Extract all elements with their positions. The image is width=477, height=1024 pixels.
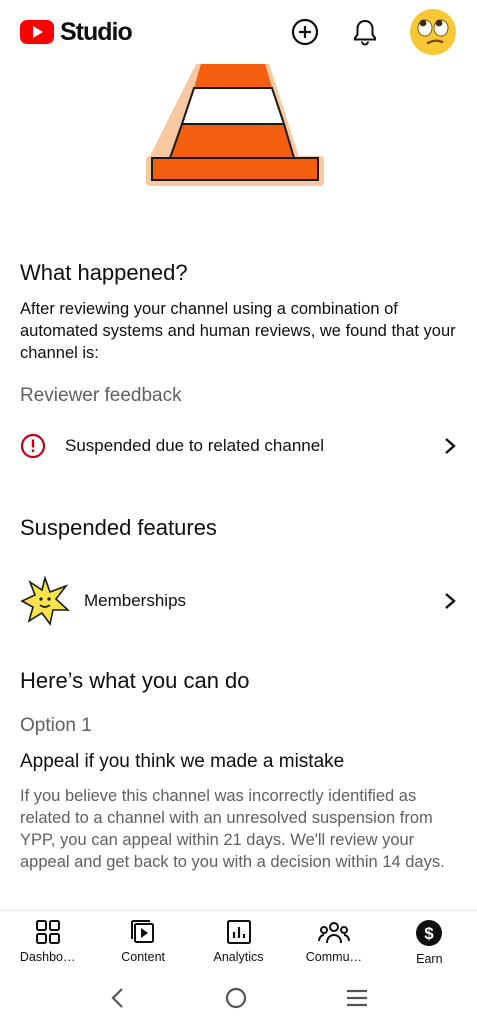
feedback-item-label: Suspended due to related channel xyxy=(65,436,324,455)
home-icon[interactable] xyxy=(224,986,248,1010)
svg-text:$: $ xyxy=(425,924,435,943)
nav-dashboard[interactable]: Dashbo… xyxy=(0,911,95,972)
what-happened-section: What happened? xyxy=(20,260,457,286)
suspended-features-heading: Suspended features xyxy=(20,515,217,540)
star-badge-icon xyxy=(20,576,70,626)
chevron-right-icon xyxy=(445,438,456,454)
chevron-right-icon xyxy=(445,593,456,609)
nav-label: Dashbo… xyxy=(19,950,76,964)
bell-icon xyxy=(354,19,376,46)
what-happened-heading: What happened? xyxy=(20,260,188,285)
reviewer-feedback-heading: Reviewer feedback xyxy=(20,385,182,406)
account-avatar[interactable] xyxy=(409,8,457,56)
back-icon[interactable] xyxy=(108,986,128,1010)
option-title: Appeal if you think we made a mistake xyxy=(20,751,345,772)
notifications-button[interactable] xyxy=(349,16,381,48)
feature-label: Memberships xyxy=(84,591,187,610)
community-icon xyxy=(317,922,350,944)
nav-label: Commu… xyxy=(305,950,363,964)
add-circle-icon xyxy=(291,18,319,46)
nav-community[interactable]: Commu… xyxy=(286,911,381,972)
option-label: Option 1 xyxy=(20,715,92,736)
nav-earn[interactable]: $ Earn xyxy=(382,911,477,972)
nav-analytics[interactable]: Analytics xyxy=(191,911,286,972)
nav-label: Analytics xyxy=(213,950,264,964)
analytics-icon xyxy=(226,920,251,944)
bottom-navigation: Dashbo… Content Analytics Commu… $ Earn xyxy=(0,910,477,972)
eye-roll-emoji-icon xyxy=(410,9,456,55)
what-happened-description: After reviewing your channel using a com… xyxy=(20,300,456,362)
nav-content[interactable]: Content xyxy=(95,911,190,972)
memberships-row[interactable]: Memberships xyxy=(20,576,457,626)
option-description: If you believe this channel was incorrec… xyxy=(20,787,445,871)
system-navigation-bar xyxy=(0,972,477,1024)
traffic-cone-illustration xyxy=(140,60,330,190)
nav-label: Content xyxy=(121,950,165,964)
what-you-can-do-heading: Here’s what you can do xyxy=(20,668,250,693)
youtube-logo-icon xyxy=(20,20,54,44)
top-app-bar: Studio xyxy=(0,0,477,64)
earn-icon: $ xyxy=(416,920,443,946)
youtube-studio-logo[interactable]: Studio xyxy=(20,17,133,47)
alert-icon xyxy=(20,433,46,459)
app-name: Studio xyxy=(60,17,133,46)
recent-apps-icon[interactable] xyxy=(345,986,369,1010)
content-icon xyxy=(131,920,155,943)
dashboard-icon xyxy=(35,920,60,944)
create-button[interactable] xyxy=(289,16,321,48)
nav-label: Earn xyxy=(416,952,443,966)
feedback-row[interactable]: Suspended due to related channel xyxy=(20,433,457,459)
